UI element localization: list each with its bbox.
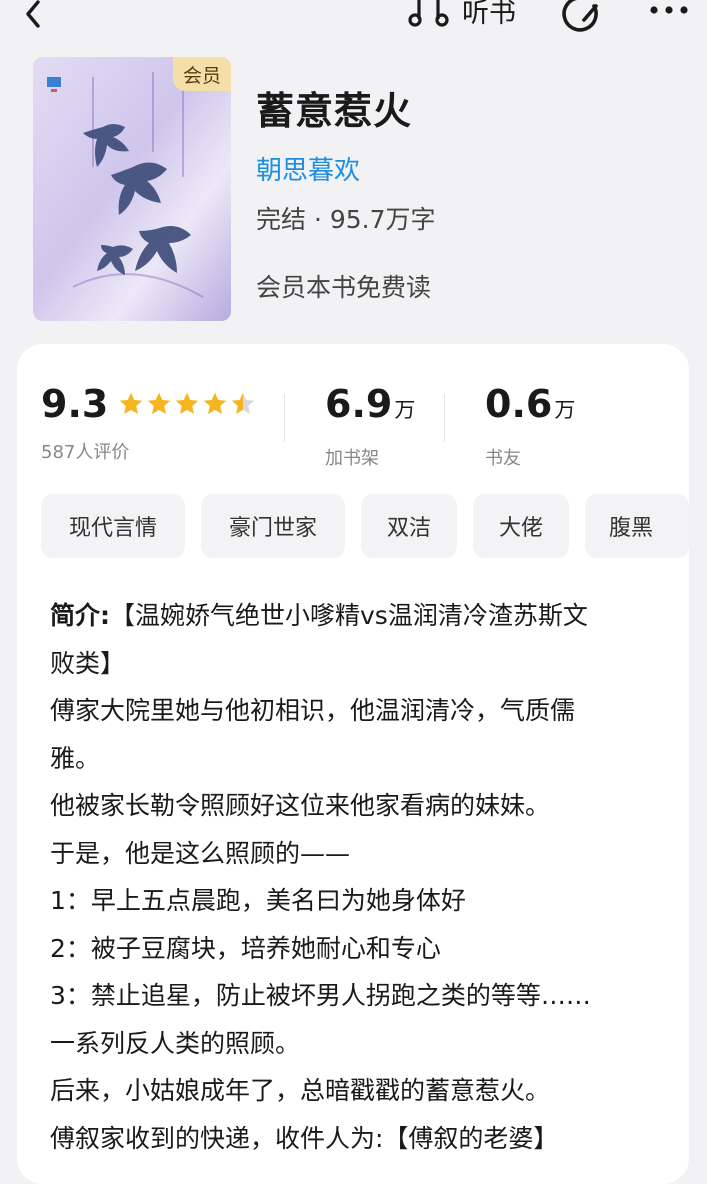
book-author-link[interactable]: 朝思暮欢	[256, 150, 360, 187]
tag-chip[interactable]: 豪门世家	[201, 494, 345, 558]
synopsis-line: 后来，小姑娘成年了，总暗戳戳的蓄意惹火。	[50, 1076, 551, 1105]
synopsis-line: 一系列反人类的照顾。	[50, 1028, 301, 1058]
synopsis-line: 傅家大院里她与他初相识，他温润清冷，气质儒	[50, 696, 576, 725]
vip-free-read-note: 会员本书免费读	[256, 273, 432, 302]
synopsis-line: 败类】	[50, 648, 126, 678]
book-status: 完结 · 95.7万字	[256, 205, 436, 234]
back-arrow-icon[interactable]	[22, 0, 46, 30]
rating-stars	[118, 391, 258, 417]
share-refresh-icon[interactable]	[558, 0, 604, 32]
tag-chip[interactable]: 大佬	[473, 494, 569, 558]
music-note-icon	[408, 0, 449, 27]
book-synopsis: 简介:【温婉娇气绝世小嗲精vs温润清冷渣苏斯文 败类】 傅家大院里她与他初相识，…	[50, 592, 670, 1162]
stat-divider	[284, 394, 285, 442]
synopsis-line: 3：禁止追星，防止被坏男人拐跑之类的等等……	[50, 981, 591, 1010]
shelf-stat: 6.9 万 加书架	[325, 382, 415, 470]
shelf-count: 6.9	[325, 382, 393, 426]
rating-count: 587人评价	[41, 442, 130, 463]
star-icon	[232, 392, 255, 414]
book-cover[interactable]: 会员	[33, 57, 231, 321]
synopsis-line: 傅叙家收到的快递，收件人为:【傅叙的老婆】	[50, 1123, 559, 1153]
friends-stat[interactable]: 0.6 万 书友	[485, 382, 575, 470]
book-title: 蓄意惹火	[256, 89, 413, 133]
synopsis-line: 2：被子豆腐块，培养她耐心和专心	[50, 933, 441, 963]
star-icon	[204, 392, 227, 414]
top-bar: 听书	[0, 0, 707, 36]
stat-divider	[444, 394, 445, 442]
rating-value: 9.3	[41, 382, 109, 426]
synopsis-line: 于是，他是这么照顾的——	[50, 838, 351, 868]
shelf-unit: 万	[394, 398, 416, 422]
rating-stat[interactable]: 9.3 587人评价	[41, 382, 258, 464]
synopsis-line: 【温婉娇气绝世小嗲精vs温润清冷渣苏斯文	[110, 601, 588, 630]
tag-chip[interactable]: 现代言情	[41, 494, 185, 558]
star-icon	[148, 392, 171, 414]
star-icon	[176, 392, 199, 414]
cover-art	[33, 57, 231, 321]
tag-chip[interactable]: 双洁	[361, 494, 457, 558]
synopsis-label: 简介:	[50, 601, 110, 630]
tag-chip[interactable]: 腹黑	[585, 494, 689, 558]
synopsis-line: 雅。	[50, 743, 101, 773]
friends-count: 0.6	[485, 382, 553, 426]
tag-list: 现代言情 豪门世家 双洁 大佬 腹黑	[41, 494, 689, 558]
synopsis-line: 1：早上五点晨跑，美名曰为她身体好	[50, 886, 466, 915]
vip-badge: 会员	[173, 57, 231, 91]
book-info-card: 9.3 587人评价 6.9 万 加书架 0.6 万 书友 现代言情 豪门世家 …	[17, 344, 689, 1184]
star-icon	[120, 392, 143, 414]
more-options-icon[interactable]	[647, 2, 691, 18]
synopsis-line: 他被家长勒令照顾好这位来他家看病的妹妹。	[50, 791, 551, 820]
friends-unit: 万	[554, 398, 576, 422]
listen-button[interactable]: 听书	[408, 0, 516, 30]
shelf-label: 加书架	[325, 448, 379, 469]
friends-label: 书友	[485, 448, 521, 469]
listen-label: 听书	[462, 0, 516, 29]
